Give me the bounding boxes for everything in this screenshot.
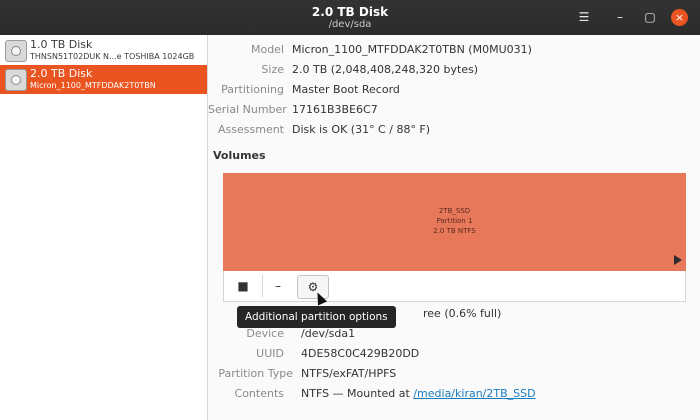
menu-icon[interactable]: ☰: [575, 8, 593, 26]
assessment-label: Assessment: [218, 123, 284, 136]
partition-options-tooltip: Additional partition options: [237, 306, 396, 328]
disk-item-2tb[interactable]: 2.0 TB Disk Micron_1100_MTFDDAK2T0TBN: [0, 65, 207, 94]
uuid-value: 4DE58C0C429B20DD: [301, 347, 420, 360]
partition-index: Partition 1: [436, 217, 473, 225]
size-free-value: ree (0.6% full): [423, 307, 502, 320]
disk-model: Micron_1100_MTFDDAK2T0TBN: [30, 81, 156, 90]
partition-block[interactable]: 2TB_SSD Partition 1 2.0 TB NTFS: [223, 173, 686, 271]
device-label: Device: [246, 327, 284, 340]
size-label: Size: [261, 63, 284, 76]
serial-label: Serial Number: [208, 103, 287, 116]
volumes-heading: Volumes: [213, 149, 266, 162]
assessment-value: Disk is OK (31° C / 88° F): [292, 123, 431, 136]
serial-value: 17161B3BE6C7: [292, 103, 378, 116]
size-value: 2.0 TB (2,048,408,248,320 bytes): [292, 63, 479, 76]
window-title: 2.0 TB Disk: [311, 5, 389, 19]
partitioning-label: Partitioning: [221, 83, 284, 96]
title-bar: 2.0 TB Disk /dev/sda ☰ – ▢ ×: [0, 0, 700, 35]
volume-toolbar: ■ – ⚙: [223, 271, 686, 302]
uuid-label: UUID: [256, 347, 284, 360]
stop-icon[interactable]: ■: [228, 275, 258, 297]
mount-point-link[interactable]: /media/kiran/2TB_SSD: [413, 387, 535, 400]
disk-model: THNSN51T02DUK N...e TOSHIBA 1024GB: [30, 52, 195, 61]
close-icon[interactable]: ×: [671, 9, 688, 26]
partition-fs: 2.0 TB NTFS: [433, 227, 476, 235]
model-value: Micron_1100_MTFDDAK2T0TBN (M0MU031): [292, 43, 532, 56]
scroll-right-icon[interactable]: [674, 255, 682, 265]
disk-name: 1.0 TB Disk: [30, 38, 93, 51]
model-label: Model: [250, 43, 284, 56]
minimize-icon[interactable]: –: [611, 8, 629, 26]
maximize-icon[interactable]: ▢: [641, 8, 659, 26]
window-subtitle: /dev/sda: [328, 19, 372, 30]
partition-name: 2TB_SSD: [438, 207, 471, 215]
partition-type-value: NTFS/exFAT/HPFS: [301, 367, 397, 380]
partition-type-label: Partition Type: [218, 367, 293, 380]
hard-disk-icon: [5, 69, 27, 91]
disk-list: 1.0 TB Disk THNSN51T02DUK N...e TOSHIBA …: [0, 35, 208, 420]
partitioning-value: Master Boot Record: [292, 83, 400, 96]
contents-prefix: NTFS — Mounted at: [301, 387, 414, 400]
contents-value: NTFS — Mounted at /media/kiran/2TB_SSD: [301, 387, 536, 400]
contents-label: Contents: [234, 387, 284, 400]
device-value: /dev/sda1: [301, 327, 356, 340]
disk-details: Model Micron_1100_MTFDDAK2T0TBN (M0MU031…: [208, 35, 700, 420]
disk-item-1tb[interactable]: 1.0 TB Disk THNSN51T02DUK N...e TOSHIBA …: [0, 36, 207, 65]
disk-name: 2.0 TB Disk: [30, 67, 93, 80]
hard-disk-icon: [5, 40, 27, 62]
remove-partition-icon[interactable]: –: [262, 275, 293, 297]
